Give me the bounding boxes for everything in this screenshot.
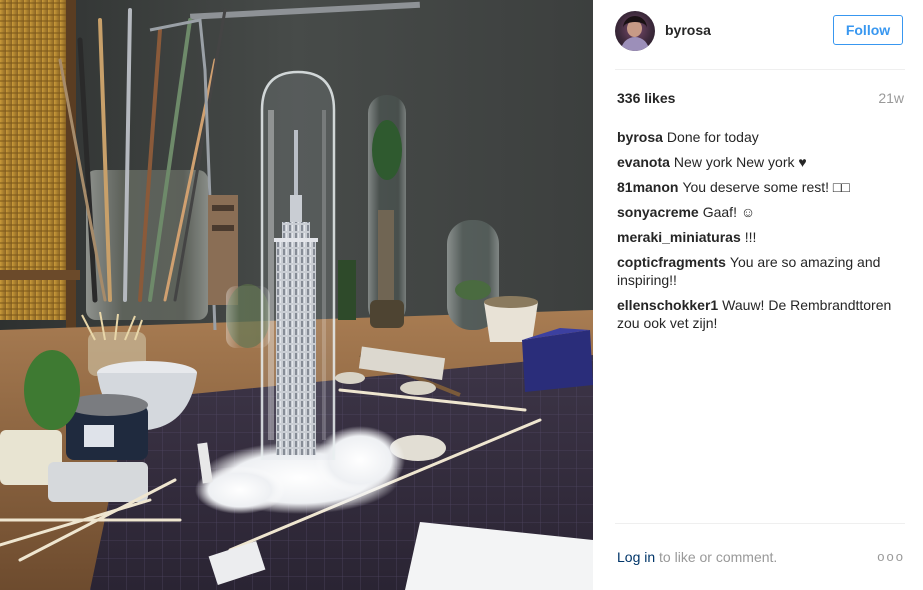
login-link[interactable]: Log in: [617, 549, 655, 565]
comment-author[interactable]: 81manon: [617, 179, 678, 195]
profile-avatar[interactable]: [615, 11, 655, 51]
comment-author[interactable]: evanota: [617, 154, 670, 170]
more-options-icon[interactable]: ooo: [877, 547, 905, 567]
post-side-panel: byrosa Follow 336 likes 21w byrosa Done f…: [593, 0, 923, 590]
comment-author[interactable]: sonyacreme: [617, 204, 699, 220]
avatar-hair: [623, 16, 647, 40]
footer-divider: [615, 523, 905, 524]
post-photo: [0, 0, 593, 590]
login-prompt-text: to like or comment.: [655, 549, 778, 565]
comment-author[interactable]: copticfragments: [617, 254, 726, 270]
comment-item: sonyacreme Gaaf! ☺: [617, 203, 905, 221]
post-username[interactable]: byrosa: [665, 22, 711, 38]
comment-text: !!!: [744, 229, 757, 245]
login-prompt: Log in to like or comment.: [617, 549, 777, 565]
comment-author[interactable]: byrosa: [617, 129, 663, 145]
comment-item: 81manon You deserve some rest! □□: [617, 178, 905, 196]
comment-author[interactable]: meraki_miniaturas: [617, 229, 741, 245]
header-divider: [615, 69, 905, 70]
comment-text: Done for today: [666, 129, 759, 145]
comment-item: meraki_miniaturas!!!: [617, 228, 905, 246]
follow-button[interactable]: Follow: [833, 15, 903, 45]
comment-item: evanota New york New york ♥: [617, 153, 905, 171]
comment-list: byrosa Done for today evanota New york New…: [617, 128, 905, 339]
comment-item: byrosa Done for today: [617, 128, 905, 146]
post-header: byrosa Follow: [615, 10, 905, 52]
comment-item: copticfragments You are so amazing and in…: [617, 253, 905, 289]
comment-text: You deserve some rest! □□: [682, 179, 850, 195]
comment-item: ellenschokker1 Wauw! De Rembrandttoren zo…: [617, 296, 905, 332]
comment-text: Gaaf! ☺: [702, 204, 756, 220]
comment-author[interactable]: ellenschokker1: [617, 297, 718, 313]
comment-text: New york New york ♥: [673, 154, 807, 170]
post-age[interactable]: 21w: [878, 90, 904, 106]
likes-count[interactable]: 336 likes: [617, 90, 675, 106]
